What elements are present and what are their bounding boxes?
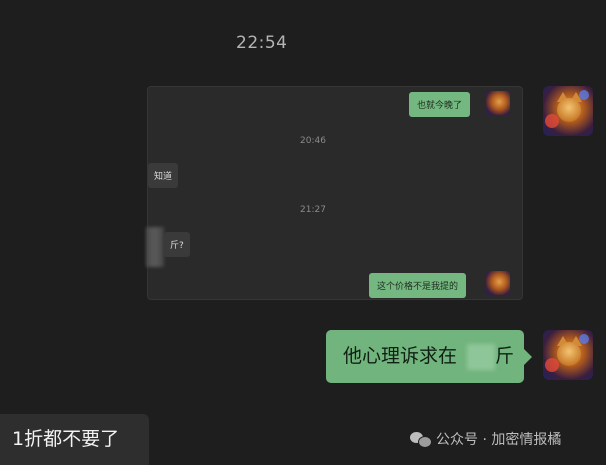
quoted-message-sent: 也就今晚了 <box>409 92 471 117</box>
cat-face <box>557 98 581 122</box>
wechat-icon <box>410 431 432 448</box>
user-avatar[interactable] <box>543 86 593 136</box>
quoted-message-received: 知道 <box>148 163 179 188</box>
mini-avatar <box>486 91 510 115</box>
quoted-message-received: 斤? <box>164 232 190 257</box>
message-text-suffix: 斤 <box>495 345 515 367</box>
redacted-area <box>467 344 495 370</box>
message-text: 他心理诉求在 <box>343 345 458 367</box>
quoted-message-sent: 这个价格不是我提的 <box>369 273 467 298</box>
avatar-decoration <box>545 114 559 128</box>
watermark-text: 公众号 · 加密情报橘 <box>436 432 562 448</box>
cat-face <box>557 342 581 366</box>
quoted-timestamp: 20:46 <box>300 136 326 146</box>
chat-timestamp: 22:54 <box>236 33 288 53</box>
sent-message-bubble[interactable]: 他心理诉求在 斤 <box>326 330 532 383</box>
watermark: 公众号 · 加密情报橘 <box>410 429 561 449</box>
quoted-timestamp: 21:27 <box>300 205 326 215</box>
quoted-chat-screenshot[interactable]: 也就今晚了 20:46 知道 21:27 斤? 这个价格不是我提的 <box>146 86 523 300</box>
redacted-area <box>146 227 164 267</box>
user-avatar[interactable] <box>543 330 593 380</box>
caption-text: 1折都不要了 <box>0 414 149 465</box>
mini-avatar <box>486 271 510 295</box>
